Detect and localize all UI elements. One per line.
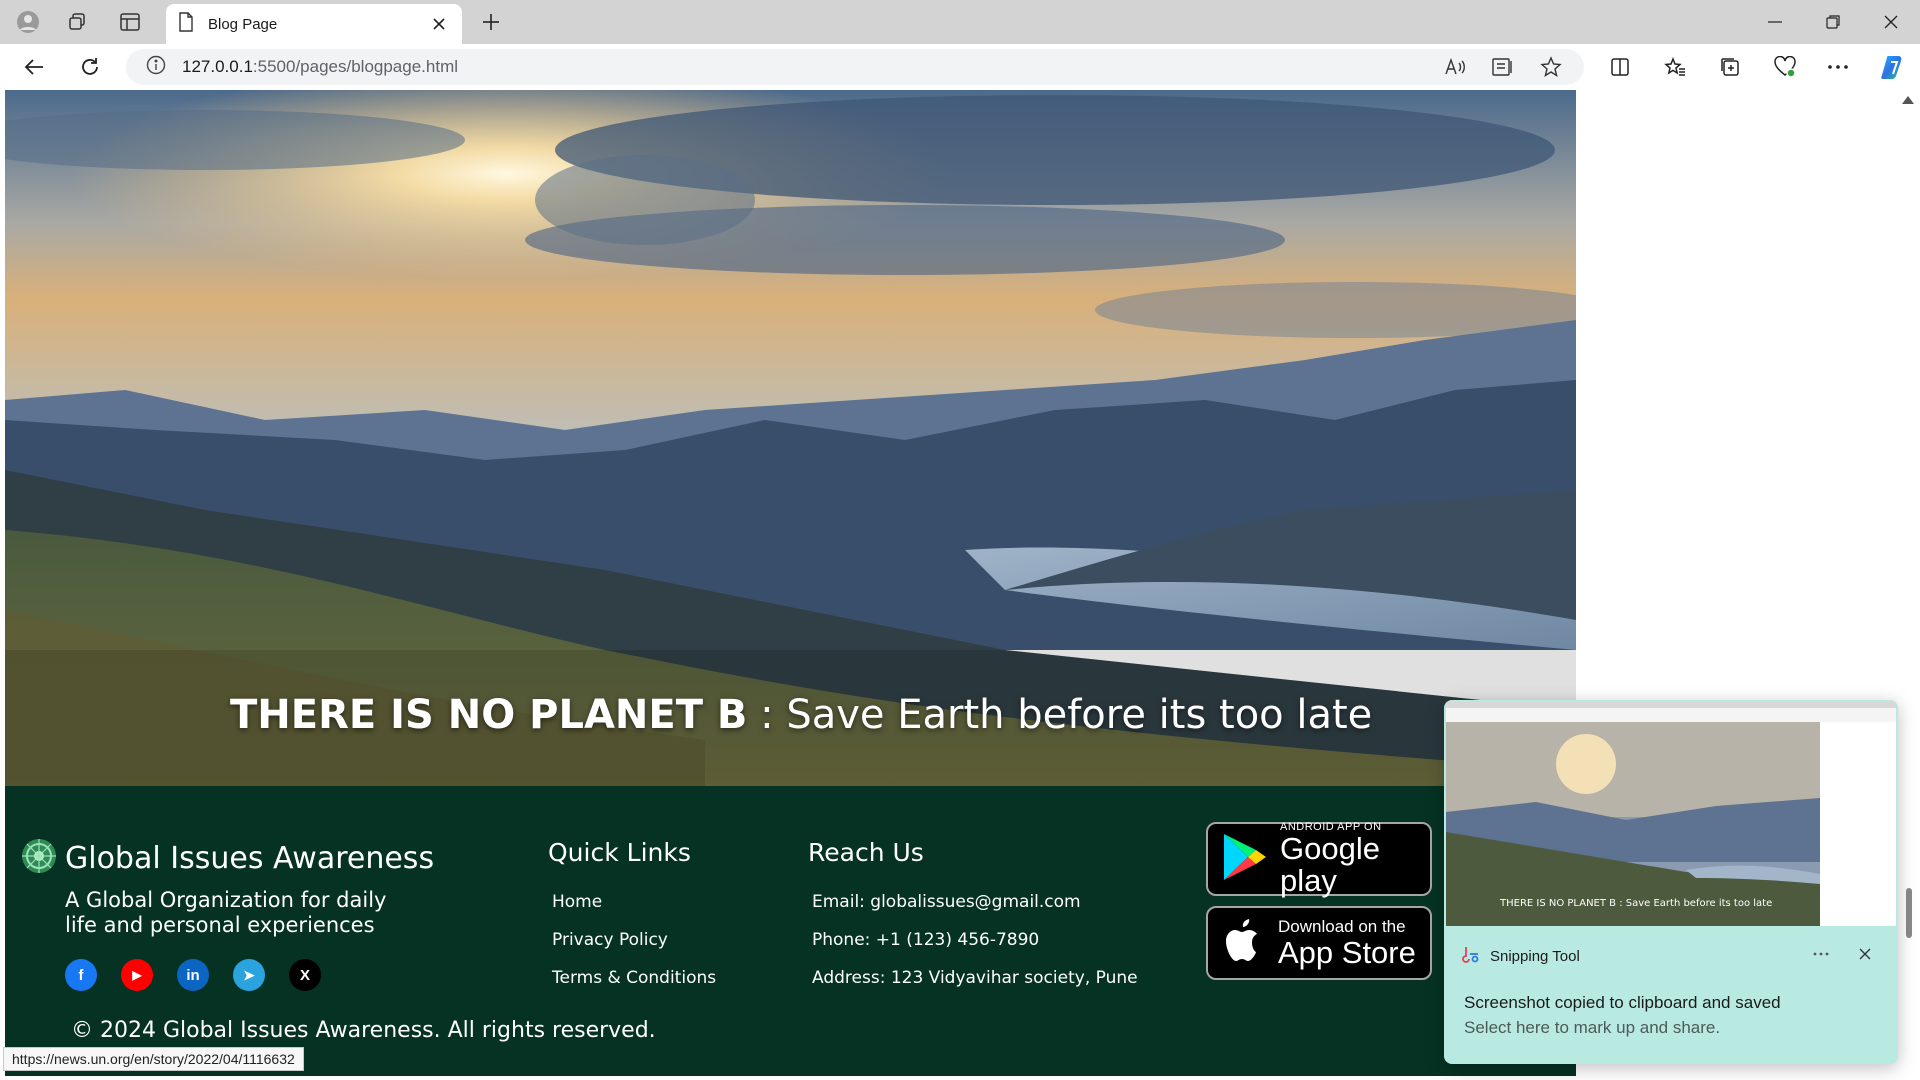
hero-caption: THERE IS NO PLANET B : Save Earth before… <box>230 692 1373 738</box>
browser-toolbar: 127.0.0.1:5500/pages/blogpage.html <box>0 44 1920 90</box>
scroll-thumb[interactable] <box>1906 888 1912 938</box>
scroll-up-icon[interactable] <box>1902 96 1914 104</box>
tab-strip: Blog Page <box>0 0 1920 44</box>
google-play-big-text: Google play <box>1280 831 1380 898</box>
quick-links-heading: Quick Links <box>548 838 691 867</box>
workspaces-icon[interactable] <box>59 6 95 38</box>
snipping-tool-icon <box>1462 945 1480 967</box>
facebook-icon[interactable]: f <box>65 959 97 991</box>
close-tab-icon[interactable] <box>428 13 450 35</box>
vertical-tabs-icon[interactable] <box>112 6 148 38</box>
toast-app-name: Snipping Tool <box>1490 947 1580 965</box>
back-button[interactable] <box>16 50 52 84</box>
favorite-star-icon[interactable] <box>1536 53 1566 81</box>
link-privacy-policy[interactable]: Privacy Policy <box>552 930 716 968</box>
brand[interactable]: Global Issues Awareness <box>21 838 434 878</box>
google-play-icon <box>1222 832 1268 886</box>
quick-links-list: Home Privacy Policy Terms & Conditions <box>552 892 716 1006</box>
x-icon[interactable]: X <box>289 959 321 991</box>
apple-icon <box>1222 915 1266 971</box>
contact-phone: Phone: +1 (123) 456-7890 <box>812 930 1040 950</box>
browser-essentials-icon[interactable] <box>1767 50 1803 84</box>
toast-header: Snipping Tool <box>1462 945 1580 967</box>
url-text: 127.0.0.1:5500/pages/blogpage.html <box>182 57 459 76</box>
link-terms-conditions[interactable]: Terms & Conditions <box>552 968 716 1006</box>
new-tab-button[interactable] <box>474 6 508 38</box>
app-store-small-text: Download on the <box>1278 917 1406 936</box>
contact-email: Email: globalissues@gmail.com <box>812 892 1081 912</box>
read-aloud-icon[interactable] <box>1440 53 1470 81</box>
toast-subtext: Select here to mark up and share. <box>1464 1018 1721 1037</box>
status-bar-url: https://news.un.org/en/story/2022/04/111… <box>3 1047 304 1071</box>
toast-close-icon[interactable] <box>1850 940 1880 968</box>
page-icon <box>178 11 194 37</box>
site-footer: Global Issues Awareness A Global Organiz… <box>5 786 1576 1076</box>
page-scrollbar[interactable] <box>1896 90 1920 1080</box>
snipping-tool-notification[interactable]: THERE IS NO PLANET B : Save Earth before… <box>1444 700 1898 1064</box>
link-home[interactable]: Home <box>552 892 716 930</box>
collections-icon[interactable] <box>1712 50 1748 84</box>
refresh-button[interactable] <box>72 50 108 84</box>
brand-name: Global Issues Awareness <box>65 840 435 876</box>
brand-tagline: A Global Organization for daily life and… <box>65 888 387 937</box>
youtube-icon[interactable]: ▶ <box>121 959 153 991</box>
app-store-big-text: App Store <box>1278 935 1416 970</box>
telegram-icon[interactable]: ➤ <box>233 959 265 991</box>
copilot-icon[interactable] <box>1876 50 1912 84</box>
favorites-icon[interactable] <box>1657 50 1693 84</box>
contact-address: Address: 123 Vidyavihar society, Pune <box>812 968 1138 988</box>
close-window-button[interactable] <box>1864 0 1918 44</box>
linkedin-icon[interactable]: in <box>177 959 209 991</box>
address-bar[interactable]: 127.0.0.1:5500/pages/blogpage.html <box>126 49 1584 85</box>
screenshot-thumbnail[interactable]: THERE IS NO PLANET B : Save Earth before… <box>1446 702 1896 926</box>
site-info-icon[interactable] <box>146 55 166 80</box>
more-options-icon[interactable] <box>1820 50 1856 84</box>
toast-more-icon[interactable] <box>1806 940 1836 968</box>
hero-banner: THERE IS NO PLANET B : Save Earth before… <box>5 90 1576 786</box>
landscape-image <box>5 90 1576 786</box>
profile-icon[interactable] <box>10 6 46 38</box>
social-links: f ▶ in ➤ X <box>65 959 321 991</box>
thumbnail-image <box>1446 702 1896 926</box>
restore-button[interactable] <box>1806 0 1860 44</box>
globe-logo-icon <box>21 838 57 878</box>
tab-title: Blog Page <box>208 15 278 33</box>
copyright: © 2024 Global Issues Awareness. All righ… <box>71 1018 656 1043</box>
thumbnail-caption: THERE IS NO PLANET B : Save Earth before… <box>1500 898 1773 909</box>
minimize-button[interactable] <box>1748 0 1802 44</box>
reach-us-heading: Reach Us <box>808 838 924 867</box>
toast-message: Screenshot copied to clipboard and saved <box>1464 993 1781 1012</box>
google-play-badge[interactable]: ANDROID APP ON Google play <box>1206 821 1432 898</box>
immersive-reader-icon[interactable] <box>1488 53 1518 81</box>
app-store-badge[interactable]: Download on the App Store <box>1206 906 1432 980</box>
split-screen-icon[interactable] <box>1602 50 1638 84</box>
tab-blog-page[interactable]: Blog Page <box>166 4 462 44</box>
contact-list: Email: globalissues@gmail.com Phone: +1 … <box>812 892 1138 1006</box>
